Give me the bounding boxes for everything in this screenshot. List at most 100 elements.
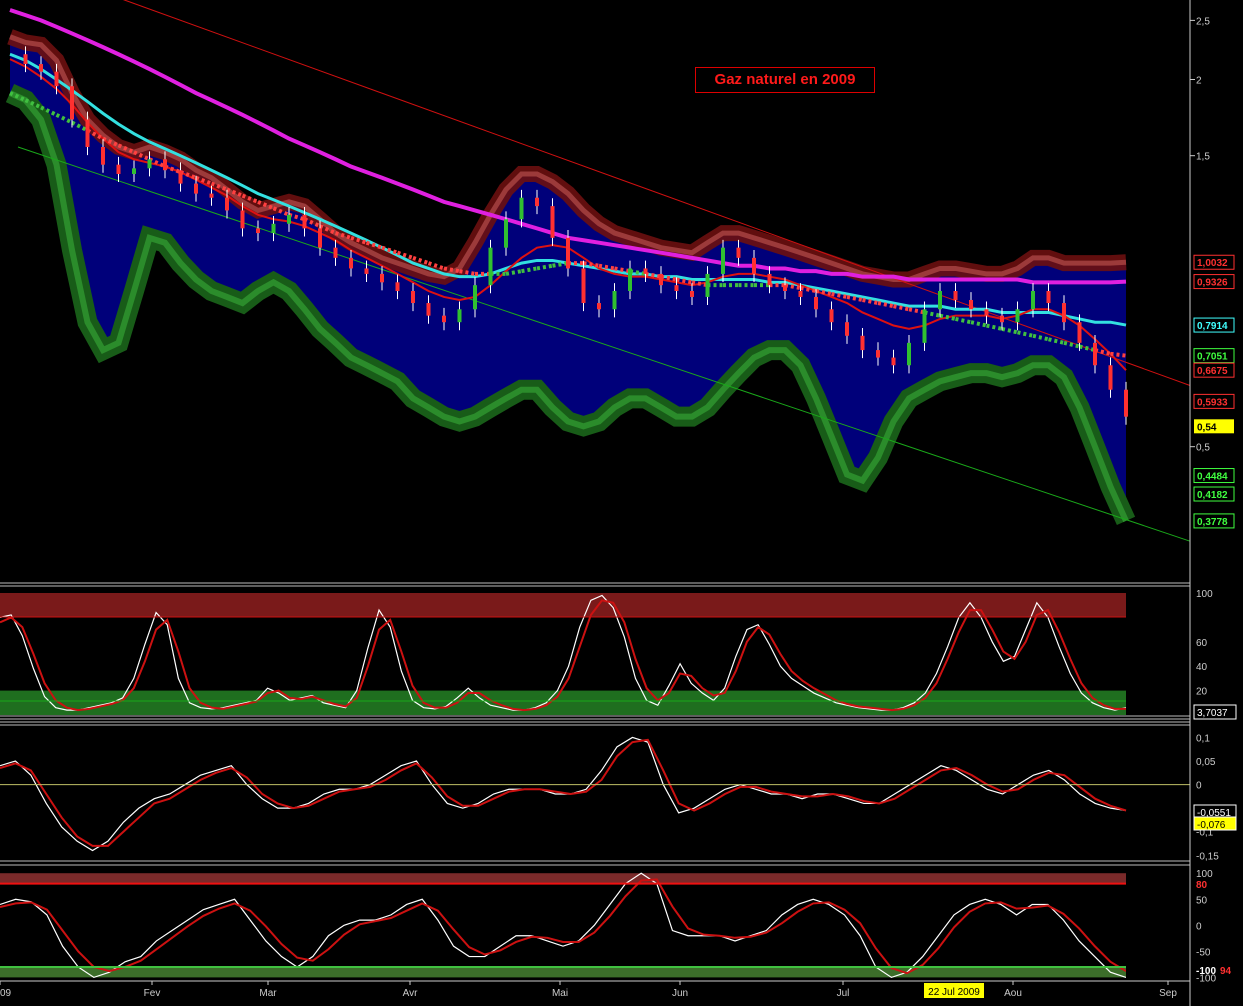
trailing-stop-segment: [598, 263, 615, 271]
candle-body: [457, 309, 462, 323]
panel2-tick-label: 0,1: [1196, 733, 1210, 744]
candle-body: [845, 322, 849, 336]
candle-body: [860, 335, 865, 351]
crosshair-date-label: 22 Jul 2009: [928, 987, 980, 998]
candle-body: [426, 303, 431, 316]
candle-body: [395, 282, 400, 291]
candle-body: [240, 210, 245, 229]
zone-band: [0, 873, 1126, 884]
candle-body: [690, 291, 694, 297]
candle-body: [984, 309, 989, 316]
candle-body: [969, 299, 973, 310]
candle-body: [1015, 309, 1020, 323]
trailing-stop-segment: [583, 261, 600, 268]
x-tick-label: Jun: [672, 988, 688, 999]
panel3-tick-label: 50: [1196, 895, 1208, 906]
candle-body: [581, 268, 586, 304]
value-label: 0,7914: [1197, 321, 1228, 332]
value-label: 0,4182: [1197, 490, 1228, 501]
trailing-stop-segment: [629, 269, 646, 276]
value-label: 0,5933: [1197, 397, 1228, 408]
candle-body: [364, 268, 369, 274]
candle-body: [23, 54, 28, 65]
candle-body: [442, 315, 446, 323]
candle-body: [767, 273, 772, 286]
candle-body: [1077, 322, 1082, 343]
candle-body: [938, 291, 942, 310]
candle-body: [566, 237, 570, 269]
panel2-tick-label: -0,15: [1196, 851, 1219, 862]
candle-body: [70, 86, 74, 120]
trailing-stop-segment: [691, 280, 708, 288]
candle-body: [798, 291, 803, 297]
panel3-last-label: 80: [1196, 880, 1208, 891]
candle-body: [132, 168, 136, 174]
candle-body: [922, 309, 927, 343]
candle-body: [891, 357, 896, 366]
x-tick-label: Sep: [1159, 988, 1177, 999]
candle-body: [101, 147, 105, 165]
value-label: 1,0032: [1197, 258, 1228, 269]
candle-body: [287, 214, 291, 224]
x-tick-label: Avr: [403, 988, 418, 999]
x-tick-label: Jul: [837, 988, 850, 999]
trailing-stop-segment: [459, 269, 476, 276]
price-tick-label: 2: [1196, 75, 1202, 86]
candle-body: [333, 247, 338, 258]
panel1-tick-label: 60: [1196, 638, 1208, 649]
price-tick-label: 1,5: [1196, 152, 1210, 163]
chart-title: Gaz naturel en 2009: [695, 67, 875, 93]
panel1-tick-label: 40: [1196, 662, 1208, 673]
candle-body: [519, 197, 524, 220]
trailing-stop-segment: [784, 283, 801, 291]
candle-body: [612, 291, 617, 310]
value-label: 0,6675: [1197, 366, 1228, 377]
value-label: 0,7051: [1197, 352, 1228, 363]
candle-body: [302, 214, 307, 229]
candle-body: [85, 119, 90, 148]
candle-body: [54, 71, 59, 87]
candle-body: [736, 247, 741, 258]
candle-body: [953, 291, 958, 300]
panel3-last-label: 94: [1220, 966, 1232, 977]
candle-body: [504, 219, 508, 248]
x-tick-label: Fev: [144, 988, 161, 999]
candle-body: [721, 247, 725, 274]
zone-band: [0, 966, 1126, 978]
panel2-tick-label: 0,05: [1196, 757, 1216, 768]
candle-body: [674, 285, 679, 291]
candle-body: [1093, 342, 1097, 366]
value-label: 0,4484: [1197, 472, 1228, 483]
candle-body: [271, 223, 276, 234]
candle-body: [225, 197, 229, 211]
price-tick-label: 2,5: [1196, 16, 1210, 27]
panel2-tick-label: 0: [1196, 781, 1202, 792]
trailing-stop-segment: [443, 266, 460, 274]
candle-body: [178, 170, 183, 184]
panel1-tick-label: 20: [1196, 687, 1208, 698]
candle-body: [488, 247, 493, 286]
x-tick-label: Mar: [259, 988, 277, 999]
candle-body: [1062, 303, 1066, 323]
panel3-tick-label: -50: [1196, 947, 1211, 958]
candle-body: [411, 291, 415, 304]
panel-gap: [1126, 593, 1190, 715]
trailing-stop-segment: [676, 277, 693, 285]
candle-body: [535, 197, 539, 207]
trailing-stop-segment: [660, 274, 677, 282]
trailing-stop-segment: [536, 263, 553, 271]
candle-body: [473, 285, 477, 310]
x-tick-label: Mai: [552, 988, 568, 999]
candle-body: [1000, 315, 1004, 323]
candle-body: [907, 342, 911, 366]
candle-body: [705, 273, 710, 297]
candle-body: [829, 309, 834, 323]
candle-body: [147, 159, 152, 169]
candle-body: [752, 257, 756, 274]
candle-body: [39, 64, 43, 72]
candle-body: [209, 193, 214, 198]
x-tick-label: Aou: [1004, 988, 1022, 999]
candle-body: [597, 303, 601, 310]
candle-body: [1031, 291, 1035, 310]
zone-band: [0, 690, 1126, 715]
